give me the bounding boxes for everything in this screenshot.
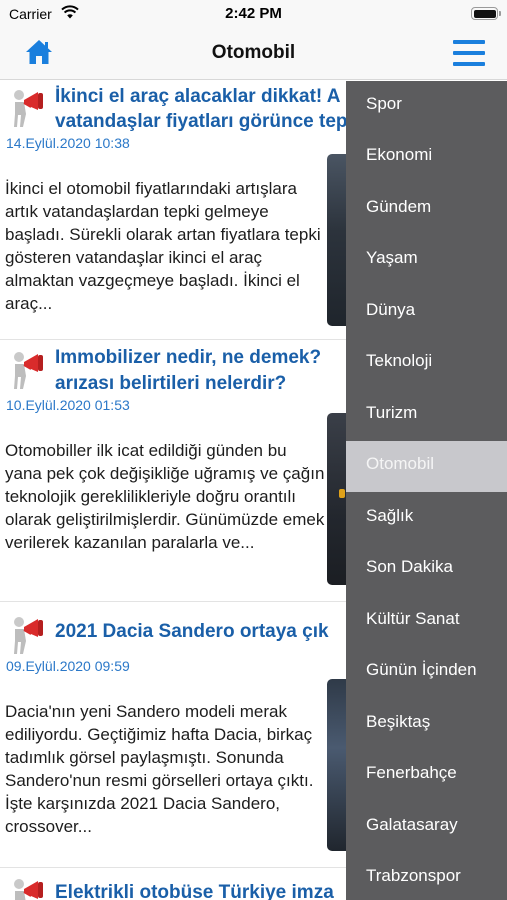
menu-item-label: Gündem xyxy=(366,197,432,216)
page-title: Otomobil xyxy=(211,42,296,63)
article-title-line1[interactable]: İkinci el araç alacaklar dikkat! A xyxy=(55,83,355,110)
article-summary: Otomobiller ilk icat edildiği günden bu … xyxy=(5,441,325,552)
menu-item-label: Spor xyxy=(366,94,402,113)
menu-item-label: Günün İçinden xyxy=(366,660,477,679)
menu-item-label: Trabzonspor xyxy=(366,866,461,885)
menu-item-label: Ekonomi xyxy=(366,145,433,164)
menu-item-label: Fenerbahçe xyxy=(366,763,457,782)
menu-item-label: Turizm xyxy=(366,403,418,422)
menu-item-saglik[interactable]: Sağlık xyxy=(346,493,507,544)
menu-item-teknoloji[interactable]: Teknoloji xyxy=(346,338,507,389)
menu-item-label: Son Dakika xyxy=(366,557,453,576)
megaphone-man-icon xyxy=(14,879,43,900)
menu-item-trabzonspor[interactable]: Trabzonspor xyxy=(346,853,507,900)
side-menu: Spor Ekonomi Gündem Yaşam Dünya Teknoloj… xyxy=(346,81,507,900)
menu-item-label: Beşiktaş xyxy=(366,712,431,731)
article-date: 09.Eylül.2020 09:59 xyxy=(6,658,130,674)
menu-item-label: Yaşam xyxy=(366,248,418,267)
menu-item-spor[interactable]: Spor xyxy=(346,81,507,132)
nav-bar: Otomobil xyxy=(0,30,507,80)
article-summary: Dacia'nın yeni Sandero modeli merak edil… xyxy=(5,702,314,836)
menu-item-son-dakika[interactable]: Son Dakika xyxy=(346,544,507,595)
article-title-line1[interactable]: 2021 Dacia Sandero ortaya çık xyxy=(55,618,355,645)
status-bar: Carrier 2:42 PM xyxy=(0,0,507,30)
article-title-line2[interactable]: vatandaşlar fiyatları görünce tep xyxy=(55,108,355,135)
menu-item-dunya[interactable]: Dünya xyxy=(346,287,507,338)
divider xyxy=(0,867,350,868)
menu-item-turizm[interactable]: Turizm xyxy=(346,390,507,441)
hamburger-menu-icon[interactable] xyxy=(453,40,485,67)
megaphone-man-icon xyxy=(14,352,43,389)
megaphone-man-icon xyxy=(14,617,43,654)
menu-item-label: Otomobil xyxy=(366,454,435,473)
article-date: 14.Eylül.2020 10:38 xyxy=(6,135,130,151)
menu-item-label: Dünya xyxy=(366,300,416,319)
article-title-line1[interactable]: Elektrikli otobüse Türkiye imza xyxy=(55,879,355,900)
menu-item-label: Teknoloji xyxy=(366,351,433,370)
article-title-line2[interactable]: arızası belirtileri nelerdir? xyxy=(55,370,355,397)
megaphone-man-icon xyxy=(14,90,43,127)
divider xyxy=(0,601,350,602)
article-title-line1[interactable]: Immobilizer nedir, ne demek? xyxy=(55,344,355,371)
menu-item-kultur-sanat[interactable]: Kültür Sanat xyxy=(346,596,507,647)
menu-item-yasam[interactable]: Yaşam xyxy=(346,235,507,286)
article-summary: İkinci el otomobil fiyatlarındaki artışl… xyxy=(5,179,321,313)
menu-item-gundem[interactable]: Gündem xyxy=(346,184,507,235)
divider xyxy=(0,339,350,340)
status-time: 2:42 PM xyxy=(225,5,282,22)
menu-item-label: Kültür Sanat xyxy=(366,609,460,628)
article-date: 10.Eylül.2020 01:53 xyxy=(6,397,130,413)
menu-item-label: Sağlık xyxy=(366,506,414,525)
menu-item-ekonomi[interactable]: Ekonomi xyxy=(346,132,507,183)
menu-item-besiktas[interactable]: Beşiktaş xyxy=(346,699,507,750)
menu-item-gunun-icinden[interactable]: Günün İçinden xyxy=(346,647,507,698)
battery-icon xyxy=(471,7,501,20)
menu-item-fenerbahce[interactable]: Fenerbahçe xyxy=(346,750,507,801)
menu-item-galatasaray[interactable]: Galatasaray xyxy=(346,802,507,853)
menu-item-otomobil[interactable]: Otomobil xyxy=(346,441,507,492)
menu-item-label: Galatasaray xyxy=(366,815,458,834)
